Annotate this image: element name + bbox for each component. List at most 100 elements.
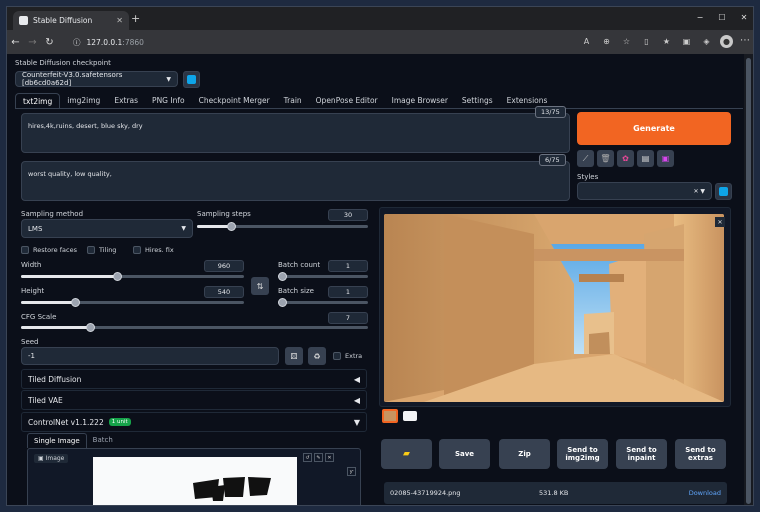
- cfg-scale-slider[interactable]: [21, 323, 368, 332]
- width-input[interactable]: 960: [204, 260, 244, 272]
- forward-icon[interactable]: →: [24, 37, 41, 48]
- cfg-scale-label: CFG Scale: [21, 313, 57, 321]
- height-slider[interactable]: [21, 298, 244, 307]
- batch-count-input[interactable]: 1: [328, 260, 368, 272]
- tab-checkpoint-merger[interactable]: Checkpoint Merger: [192, 93, 277, 109]
- cfg-scale-input[interactable]: 7: [328, 312, 368, 324]
- read-params-button[interactable]: ⟋: [577, 150, 594, 167]
- hires-fix-checkbox[interactable]: Hires. fix: [133, 246, 174, 254]
- prompt-text: hires,4k,ruins, desert, blue sky, dry: [28, 122, 143, 130]
- collapse-triangle-icon: ◀: [353, 374, 360, 384]
- swap-dimensions-button[interactable]: ⇅: [251, 277, 269, 295]
- more-menu-icon[interactable]: ⋯: [740, 35, 750, 46]
- split-screen-icon[interactable]: ▯: [640, 35, 653, 48]
- tab-image-browser[interactable]: Image Browser: [385, 93, 455, 109]
- controlnet-accordion[interactable]: ControlNet v1.1.222 1 unit ▼: [21, 412, 367, 432]
- tab-png-info[interactable]: PNG Info: [145, 93, 192, 109]
- download-row: 02085-43719924.png 531.8 KB Download: [384, 482, 727, 504]
- tab-settings[interactable]: Settings: [455, 93, 500, 109]
- tiling-checkbox[interactable]: Tiling: [87, 246, 116, 254]
- minimize-icon[interactable]: −: [689, 7, 711, 27]
- close-tab-icon[interactable]: ✕: [116, 16, 123, 25]
- brush-icon[interactable]: ƴ: [347, 467, 356, 476]
- height-label: Height: [21, 287, 45, 295]
- page-scrollbar[interactable]: [744, 54, 753, 505]
- extra-seed-checkbox[interactable]: Extra: [333, 352, 362, 360]
- tab-openpose-editor[interactable]: OpenPose Editor: [309, 93, 385, 109]
- clear-image-icon[interactable]: ✕: [325, 453, 334, 462]
- refresh-checkpoint-button[interactable]: [183, 71, 200, 88]
- tab-img2img[interactable]: img2img: [60, 93, 107, 109]
- favicon-icon: [19, 16, 28, 25]
- tab-train[interactable]: Train: [277, 93, 309, 109]
- browser-tab[interactable]: Stable Diffusion ✕: [13, 11, 129, 30]
- sampling-method-select[interactable]: LMS ▼: [21, 219, 193, 238]
- width-label: Width: [21, 261, 42, 269]
- batch-size-input[interactable]: 1: [328, 286, 368, 298]
- tab-txt2img[interactable]: txt2img: [15, 93, 61, 109]
- sampling-steps-input[interactable]: 30: [328, 209, 368, 221]
- extensions-icon[interactable]: ◈: [700, 35, 713, 48]
- random-seed-button[interactable]: ⚄: [285, 347, 303, 365]
- controlnet-unit-badge: 1 unit: [108, 418, 131, 426]
- send-to-img2img-button[interactable]: Send to img2img: [557, 439, 608, 469]
- width-slider[interactable]: [21, 272, 244, 281]
- profile-avatar[interactable]: ●: [720, 35, 733, 48]
- collections-icon[interactable]: ▣: [680, 35, 693, 48]
- generate-button[interactable]: Generate: [577, 112, 731, 145]
- url-field[interactable]: ⓘ 127.0.0.1:7860: [73, 34, 653, 50]
- clear-prompt-button[interactable]: 🗑: [597, 150, 614, 167]
- zip-button[interactable]: Zip: [499, 439, 550, 469]
- tab-extras[interactable]: Extras: [107, 93, 145, 109]
- send-to-inpaint-button[interactable]: Send to inpaint: [616, 439, 667, 469]
- tab-single-image[interactable]: Single Image: [27, 433, 87, 448]
- negative-prompt-textarea[interactable]: worst quality, low quality,: [21, 161, 570, 201]
- close-window-icon[interactable]: ✕: [733, 7, 753, 27]
- save-style-button[interactable]: ▣: [657, 150, 674, 167]
- favorite-star-icon[interactable]: ☆: [620, 35, 633, 48]
- tiled-vae-accordion[interactable]: Tiled VAE ◀: [21, 390, 367, 410]
- styles-label: Styles: [577, 173, 599, 181]
- open-folder-button[interactable]: ▰: [381, 439, 432, 469]
- styles-select[interactable]: ✕ ▼: [577, 182, 712, 200]
- prompt-textarea[interactable]: hires,4k,ruins, desert, blue sky, dry: [21, 113, 570, 153]
- batch-count-slider[interactable]: [278, 272, 368, 281]
- close-preview-icon[interactable]: ✕: [715, 217, 725, 227]
- dice-icon: ⚄: [290, 351, 298, 361]
- maximize-icon[interactable]: ☐: [711, 7, 733, 27]
- gallery-thumbnail-1[interactable]: [382, 409, 398, 423]
- edit-icon[interactable]: ✎: [314, 453, 323, 462]
- undo-icon[interactable]: ↺: [303, 453, 312, 462]
- refresh-styles-button[interactable]: [715, 183, 732, 200]
- output-image[interactable]: [384, 214, 724, 402]
- seed-input[interactable]: -1: [21, 347, 279, 365]
- save-button[interactable]: Save: [439, 439, 490, 469]
- height-input[interactable]: 540: [204, 286, 244, 298]
- read-aloud-icon[interactable]: A: [580, 35, 593, 48]
- chevron-down-icon: ▼: [181, 225, 186, 232]
- info-icon[interactable]: ⓘ: [73, 37, 81, 48]
- download-link[interactable]: Download: [689, 489, 721, 497]
- gallery-thumbnail-2[interactable]: [403, 411, 417, 421]
- restore-faces-checkbox[interactable]: Restore faces: [21, 246, 77, 254]
- reuse-seed-button[interactable]: ♻: [308, 347, 326, 365]
- seed-value: -1: [28, 352, 35, 360]
- expand-triangle-icon: ▼: [353, 417, 360, 427]
- refresh-icon: [719, 187, 728, 196]
- tab-batch[interactable]: Batch: [87, 433, 119, 448]
- send-to-extras-button[interactable]: Send to extras: [675, 439, 726, 469]
- controlnet-input-image[interactable]: [93, 457, 297, 505]
- checkpoint-select[interactable]: Counterfeit-V3.0.safetensors [db6cd0a62d…: [15, 71, 178, 87]
- extra-networks-button[interactable]: ✿: [617, 150, 634, 167]
- zoom-icon[interactable]: ⊕: [600, 35, 613, 48]
- favorites-icon[interactable]: ★: [660, 35, 673, 48]
- back-icon[interactable]: ←: [7, 37, 24, 48]
- reload-icon[interactable]: ↻: [41, 37, 58, 48]
- refresh-icon: [187, 75, 196, 84]
- new-tab-icon[interactable]: +: [131, 12, 140, 25]
- apply-style-button[interactable]: ▤: [637, 150, 654, 167]
- trash-icon: 🗑: [600, 154, 611, 163]
- sampling-steps-slider[interactable]: [197, 222, 368, 231]
- tiled-diffusion-accordion[interactable]: Tiled Diffusion ◀: [21, 369, 367, 389]
- batch-size-slider[interactable]: [278, 298, 368, 307]
